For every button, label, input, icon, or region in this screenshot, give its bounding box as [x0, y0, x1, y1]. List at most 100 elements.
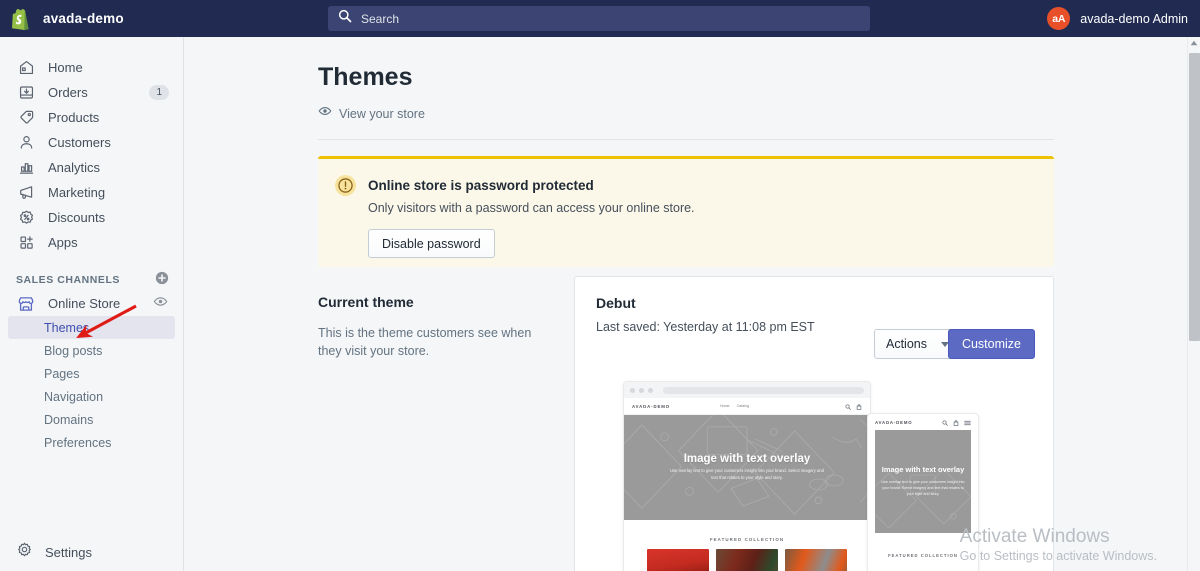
actions-label: Actions	[886, 337, 927, 351]
orders-inbox-icon	[16, 83, 36, 103]
sales-channels-label: SALES CHANNELS	[16, 274, 120, 286]
brand-name: avada-demo	[43, 11, 124, 26]
plus-circle-icon[interactable]	[155, 271, 169, 290]
sidebar-label: Customers	[48, 135, 111, 150]
hero-line-art	[624, 415, 870, 515]
customize-button[interactable]: Customize	[947, 329, 1035, 359]
sales-channels-header: SALES CHANNELS	[0, 269, 183, 291]
window-dot	[648, 387, 653, 393]
tag-icon	[16, 108, 36, 128]
user-name: avada-demo Admin	[1080, 11, 1188, 26]
gear-icon	[16, 541, 33, 563]
sidebar-item-pages[interactable]: Pages	[8, 362, 175, 385]
avatar: aA	[1047, 7, 1071, 30]
storefront-nav-item: Home	[719, 404, 730, 408]
product-image	[647, 549, 709, 571]
sidebar-item-customers[interactable]: Customers	[8, 130, 175, 155]
mobile-storefront-header: AVADA-DEMO	[868, 414, 978, 430]
mobile-hero-section: Image with text overlay Use overlay text…	[875, 430, 971, 533]
storefront-icon	[16, 294, 36, 314]
sidebar-item-blog-posts[interactable]: Blog posts	[8, 339, 175, 362]
watermark-line1: Activate Windows	[959, 526, 1110, 548]
hero-title: Image with text overlay	[683, 453, 811, 466]
theme-last-saved: Last saved: Yesterday at 11:08 pm EST	[596, 320, 815, 334]
sidebar-item-analytics[interactable]: Analytics	[8, 155, 175, 180]
current-theme-description: This is the theme customers see when the…	[318, 326, 532, 359]
sidebar: Home Orders 1 Products Customers Analyti…	[0, 37, 184, 571]
sidebar-item-products[interactable]: Products	[8, 105, 175, 130]
sidebar-label: Home	[48, 60, 83, 75]
sidebar-label: Apps	[48, 235, 78, 250]
storefront-header: AVADA-DEMO Home Catalog	[624, 398, 870, 415]
sidebar-item-orders[interactable]: Orders 1	[8, 80, 175, 105]
hamburger-menu-icon	[964, 414, 971, 431]
sidebar-item-marketing[interactable]: Marketing	[8, 180, 175, 205]
sidebar-item-settings[interactable]: Settings	[0, 541, 184, 563]
settings-label: Settings	[45, 544, 92, 560]
search-icon	[338, 9, 352, 28]
sidebar-item-preferences[interactable]: Preferences	[8, 431, 175, 454]
discount-percent-icon	[16, 208, 36, 228]
sidebar-item-domains[interactable]: Domains	[8, 408, 175, 431]
search-icon	[942, 414, 948, 431]
user-menu[interactable]: aA avada-demo Admin	[1047, 0, 1188, 37]
product-image	[785, 549, 847, 571]
person-icon	[16, 133, 36, 153]
sidebar-item-themes[interactable]: Themes	[8, 316, 175, 339]
exclamation-circle-icon	[335, 175, 356, 196]
desktop-preview: AVADA-DEMO Home Catalog Image with text …	[623, 381, 871, 571]
hero-section: Image with text overlay Use overlay text…	[624, 415, 870, 520]
storefront-logo: AVADA-DEMO	[632, 403, 670, 409]
sidebar-label: Online Store	[48, 296, 121, 311]
disable-password-button[interactable]: Disable password	[368, 229, 495, 258]
sidebar-item-navigation[interactable]: Navigation	[8, 385, 175, 408]
search-icon	[845, 397, 851, 415]
window-dot	[639, 387, 644, 393]
vertical-scrollbar[interactable]	[1187, 37, 1200, 571]
window-dot	[630, 387, 635, 393]
browser-chrome	[624, 382, 870, 398]
sidebar-label: Orders	[48, 85, 88, 100]
sidebar-item-apps[interactable]: Apps	[8, 230, 175, 255]
banner-title: Online store is password protected	[368, 178, 594, 193]
view-store-label: View your store	[339, 106, 425, 121]
bar-chart-icon	[16, 158, 36, 178]
sidebar-sub-label: Blog posts	[44, 343, 103, 358]
sidebar-item-discounts[interactable]: Discounts	[8, 205, 175, 230]
sidebar-label: Discounts	[48, 210, 106, 225]
storefront-nav-item: Catalog	[736, 404, 749, 408]
product-image	[716, 549, 778, 571]
sidebar-label: Products	[48, 110, 100, 125]
cart-icon	[856, 397, 862, 415]
eye-icon[interactable]	[153, 294, 168, 314]
current-theme-heading: Current theme	[318, 294, 414, 310]
product-row	[624, 549, 870, 571]
sidebar-label: Analytics	[48, 160, 101, 175]
watermark-line2: Go to Settings to activate Windows.	[959, 549, 1157, 563]
top-bar: avada-demo Search aA avada-demo Admin	[0, 0, 1200, 37]
eye-icon	[318, 104, 332, 123]
brand-area[interactable]: avada-demo	[0, 8, 184, 30]
search-input[interactable]: Search	[328, 6, 870, 31]
sidebar-item-home[interactable]: Home	[8, 55, 175, 80]
orders-badge: 1	[149, 85, 169, 100]
hero-text: Use overlay text to give your customers …	[670, 468, 824, 480]
apps-grid-plus-icon	[16, 233, 36, 253]
sidebar-item-online-store[interactable]: Online Store	[8, 291, 175, 316]
page-title: Themes	[318, 63, 413, 91]
sidebar-sub-label: Domains	[44, 412, 94, 427]
password-protected-banner: Online store is password protected Only …	[318, 156, 1054, 267]
url-bar	[663, 386, 864, 394]
hero-title: Image with text overlay	[881, 465, 965, 475]
main-content: Themes View your store Online store is p…	[184, 37, 1187, 571]
sidebar-label: Marketing	[48, 185, 106, 200]
home-icon	[16, 58, 36, 78]
scrollbar-thumb[interactable]	[1189, 53, 1200, 341]
windows-activation-watermark: Activate Windows Go to Settings to activ…	[960, 525, 1157, 563]
theme-name: Debut	[596, 295, 636, 311]
scroll-up-arrow-icon[interactable]	[1188, 37, 1200, 46]
featured-collection-label: FEATURED COLLECTION	[709, 537, 785, 542]
cart-icon	[953, 414, 959, 431]
sidebar-sub-label: Themes	[44, 320, 90, 335]
view-your-store-link[interactable]: View your store	[318, 104, 425, 123]
